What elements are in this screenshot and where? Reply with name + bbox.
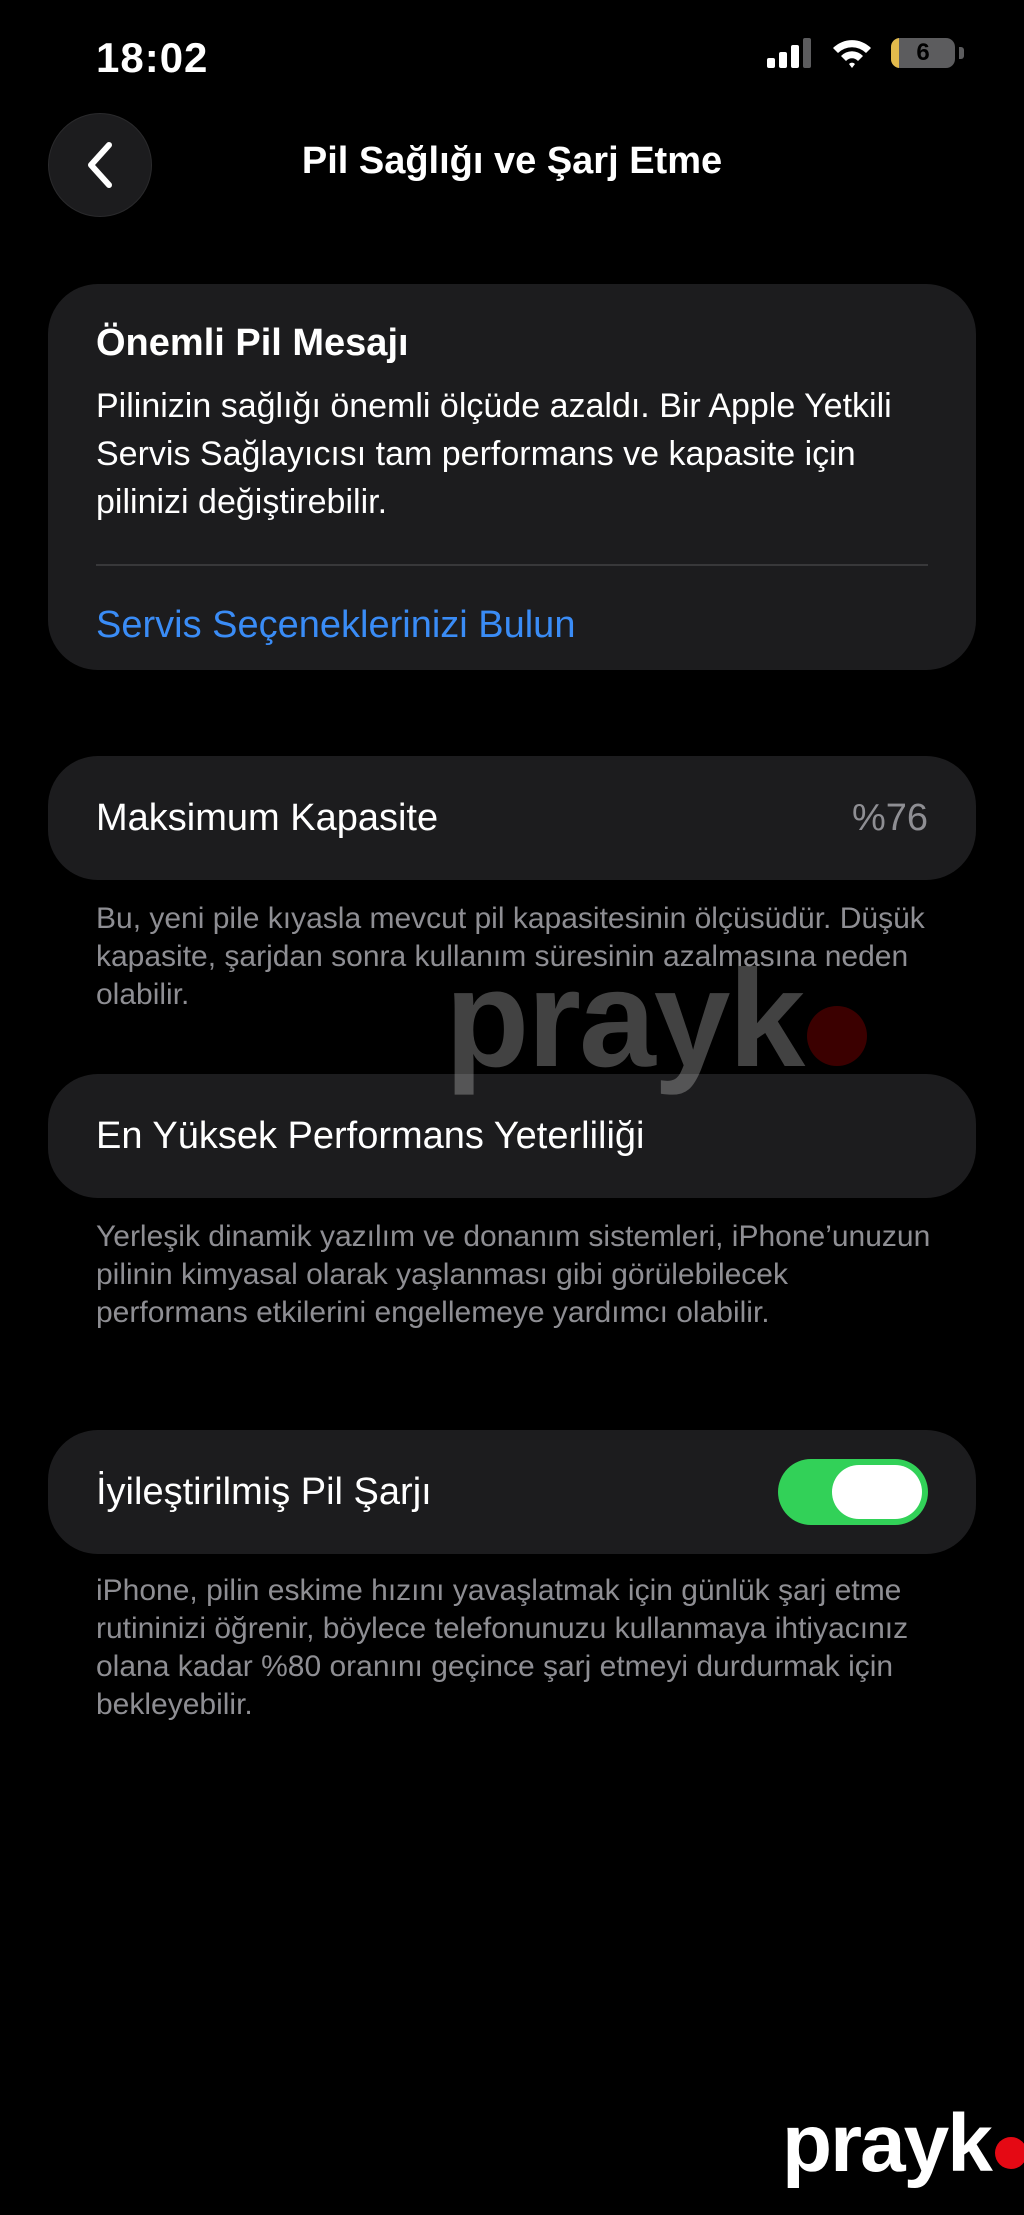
status-time: 18:02 [96, 34, 209, 81]
max-capacity-row: Maksimum Kapasite %76 [48, 756, 976, 880]
optimized-charging-toggle[interactable] [778, 1459, 928, 1525]
logo-text: prayk [782, 2098, 993, 2189]
brand-logo: prayk [782, 2103, 1024, 2185]
page-title: Pil Sağlığı ve Şarj Etme [301, 140, 723, 182]
service-options-link[interactable]: Servis Seçeneklerinizi Bulun [96, 604, 928, 647]
battery-icon: 6 [891, 38, 955, 68]
battery-tip [959, 47, 964, 59]
status-icons: 6 [767, 38, 964, 68]
optimized-charging-row: İyileştirilmiş Pil Şarjı [48, 1430, 976, 1554]
battery-level: 6 [916, 39, 930, 66]
watermark-text: prayk [445, 942, 805, 1096]
logo-dot [994, 2137, 1024, 2169]
watermark-dot [807, 1006, 868, 1066]
message-heading: Önemli Pil Mesajı [96, 322, 409, 364]
battery-fill [891, 38, 899, 68]
message-body: Pilinizin sağlığı önemli ölçüde azaldı. … [96, 387, 892, 521]
divider [96, 564, 928, 566]
toggle-knob [832, 1465, 922, 1519]
battery-message-card: Önemli Pil Mesajı Pilinizin sağlığı önem… [48, 284, 976, 670]
optimized-charging-footnote: iPhone, pilin eskime hızını yavaşlatmak … [96, 1574, 909, 1721]
cellular-signal-icon [767, 38, 811, 68]
status-bar: 18:02 6 [0, 0, 1024, 115]
performance-footnote: Yerleşik dinamik yazılım ve donanım sist… [96, 1220, 931, 1329]
max-capacity-value: %76 [851, 796, 928, 839]
wifi-icon [833, 40, 871, 68]
max-capacity-label: Maksimum Kapasite [96, 796, 439, 839]
watermark: prayk [445, 940, 868, 1099]
peak-performance-label: En Yüksek Performans Yeterliliği [96, 1114, 645, 1157]
optimized-charging-label: İyileştirilmiş Pil Şarjı [96, 1470, 432, 1513]
